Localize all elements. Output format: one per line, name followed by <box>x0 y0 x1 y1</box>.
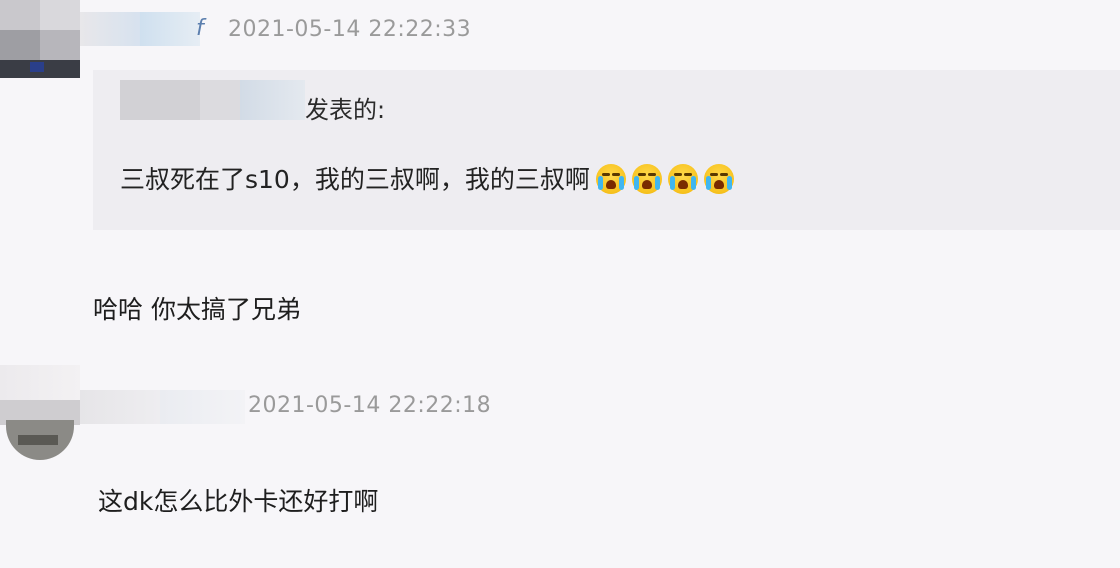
avatar[interactable] <box>0 365 80 460</box>
comment-timestamp: 2021-05-14 22:22:33 <box>228 17 472 42</box>
quote-text-line: 三叔死在了s10，我的三叔啊，我的三叔啊 <box>120 160 734 196</box>
username-tail: f <box>196 16 204 41</box>
comment-timestamp: 2021-05-14 22:22:18 <box>248 393 492 418</box>
quoted-comment: 发表的: 三叔死在了s10，我的三叔啊，我的三叔啊 <box>93 70 1120 230</box>
comment-text: 这dk怎么比外卡还好打啊 <box>98 487 379 516</box>
comment-text: 哈哈 你太搞了兄弟 <box>93 295 301 324</box>
quote-author-suffix: 发表的: <box>305 96 386 124</box>
quote-author-blurred[interactable] <box>120 80 305 120</box>
crying-face-icon <box>631 164 662 194</box>
username-blurred[interactable] <box>80 390 245 424</box>
comment-1: f 2021-05-14 22:22:33 发表的: 三叔死在了s10，我的三叔… <box>0 0 1120 330</box>
quote-text: 三叔死在了s10，我的三叔啊，我的三叔啊 <box>120 165 590 194</box>
crying-face-icon <box>703 164 734 194</box>
avatar[interactable] <box>0 0 80 78</box>
crying-face-icon <box>595 164 626 194</box>
username-blurred[interactable] <box>80 12 200 46</box>
crying-face-icon <box>667 164 698 194</box>
comment-2: 2021-05-14 22:22:18 这dk怎么比外卡还好打啊 <box>0 360 1120 560</box>
